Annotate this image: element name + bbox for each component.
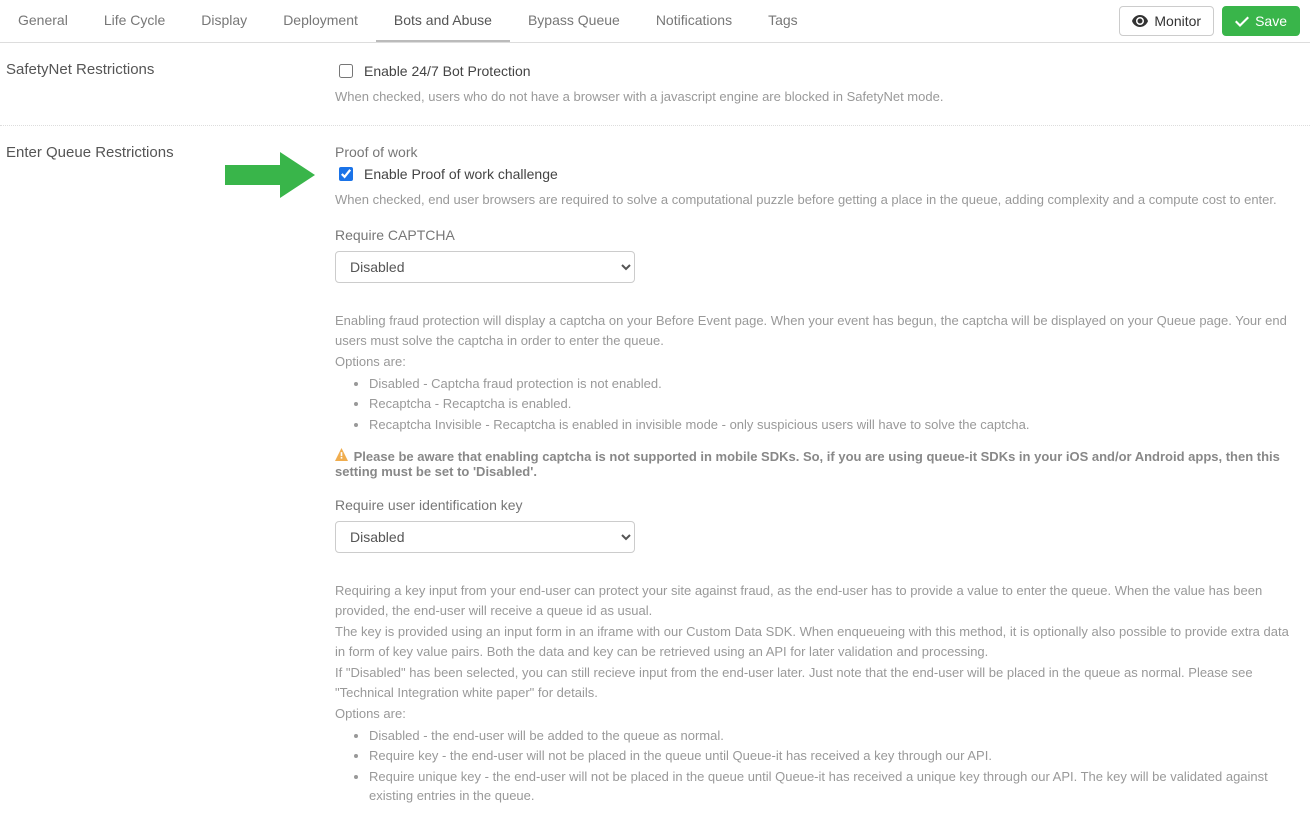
captcha-title: Require CAPTCHA bbox=[335, 227, 1290, 243]
uid-help-p1: Requiring a key input from your end-user… bbox=[335, 581, 1290, 620]
section-enter-queue: Enter Queue Restrictions Proof of work E… bbox=[0, 126, 1310, 826]
tab-lifecycle[interactable]: Life Cycle bbox=[86, 0, 183, 42]
enable-pow-checkbox[interactable]: Enable Proof of work challenge bbox=[335, 164, 1290, 184]
list-item: Disabled - the end-user will be added to… bbox=[369, 726, 1290, 746]
save-label: Save bbox=[1255, 13, 1287, 29]
top-actions: Monitor Save bbox=[1119, 0, 1300, 42]
list-item: Require unique key - the end-user will n… bbox=[369, 767, 1290, 806]
uid-options-list: Disabled - the end-user will be added to… bbox=[335, 726, 1290, 806]
uid-options-label: Options are: bbox=[335, 704, 1290, 724]
enter-queue-label-text: Enter Queue Restrictions bbox=[6, 144, 174, 161]
uid-help-p2: The key is provided using an input form … bbox=[335, 622, 1290, 661]
captcha-help: Enabling fraud protection will display a… bbox=[335, 311, 1290, 434]
pow-help: When checked, end user browsers are requ… bbox=[335, 190, 1290, 210]
list-item: Disabled - Captcha fraud protection is n… bbox=[369, 374, 1290, 394]
tab-bots-and-abuse[interactable]: Bots and Abuse bbox=[376, 0, 510, 42]
enable-pow-input[interactable] bbox=[339, 167, 353, 181]
tab-bypass-queue[interactable]: Bypass Queue bbox=[510, 0, 638, 42]
tab-tags[interactable]: Tags bbox=[750, 0, 816, 42]
list-item: Require key - the end-user will not be p… bbox=[369, 746, 1290, 766]
section-label-enter-queue: Enter Queue Restrictions bbox=[0, 144, 335, 808]
enable-pow-label: Enable Proof of work challenge bbox=[364, 166, 558, 182]
tab-deployment[interactable]: Deployment bbox=[265, 0, 376, 42]
captcha-options-list: Disabled - Captcha fraud protection is n… bbox=[335, 374, 1290, 435]
pow-title: Proof of work bbox=[335, 144, 1290, 160]
tab-display[interactable]: Display bbox=[183, 0, 265, 42]
save-button[interactable]: Save bbox=[1222, 6, 1300, 36]
tab-general[interactable]: General bbox=[0, 0, 86, 42]
eye-icon bbox=[1132, 15, 1148, 27]
enable-bot-protection-input[interactable] bbox=[339, 64, 353, 78]
enable-bot-protection-checkbox[interactable]: Enable 24/7 Bot Protection bbox=[335, 61, 1290, 81]
uid-help: Requiring a key input from your end-user… bbox=[335, 581, 1290, 806]
enable-bot-protection-label: Enable 24/7 Bot Protection bbox=[364, 63, 531, 79]
captcha-warning-text: Please be aware that enabling captcha is… bbox=[335, 449, 1280, 479]
captcha-options-label: Options are: bbox=[335, 352, 1290, 372]
uid-title: Require user identification key bbox=[335, 497, 1290, 513]
list-item: Recaptcha - Recaptcha is enabled. bbox=[369, 394, 1290, 414]
require-uid-select[interactable]: Disabled bbox=[335, 521, 635, 553]
tab-notifications[interactable]: Notifications bbox=[638, 0, 750, 42]
arrow-indicator-icon bbox=[225, 150, 315, 200]
tabs: General Life Cycle Display Deployment Bo… bbox=[0, 0, 1119, 42]
captcha-help-p1: Enabling fraud protection will display a… bbox=[335, 311, 1290, 350]
monitor-button[interactable]: Monitor bbox=[1119, 6, 1214, 36]
captcha-warning: Please be aware that enabling captcha is… bbox=[335, 448, 1290, 479]
section-safetynet: SafetyNet Restrictions Enable 24/7 Bot P… bbox=[0, 43, 1310, 126]
list-item: Recaptcha Invisible - Recaptcha is enabl… bbox=[369, 415, 1290, 435]
warning-icon bbox=[335, 448, 348, 464]
bot-protection-help: When checked, users who do not have a br… bbox=[335, 87, 1290, 107]
check-icon bbox=[1235, 15, 1249, 27]
section-label-safetynet: SafetyNet Restrictions bbox=[0, 61, 335, 107]
require-captcha-select[interactable]: Disabled bbox=[335, 251, 635, 283]
monitor-label: Monitor bbox=[1154, 13, 1201, 29]
topbar: General Life Cycle Display Deployment Bo… bbox=[0, 0, 1310, 43]
